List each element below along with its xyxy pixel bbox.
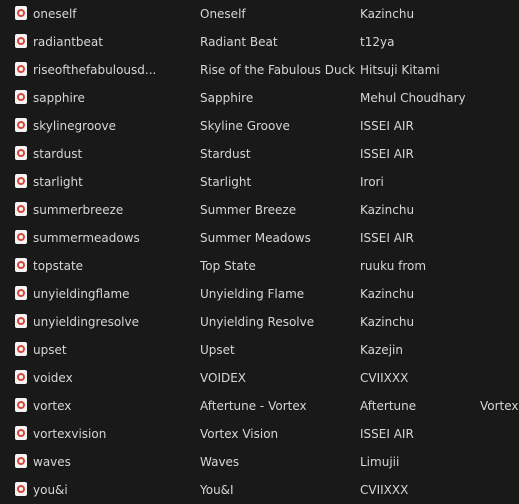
track-artist: Aftertune bbox=[360, 399, 417, 413]
audio-file-icon bbox=[15, 34, 27, 48]
file-name: summermeadows bbox=[33, 231, 140, 245]
file-name: summerbreeze bbox=[33, 203, 124, 217]
audio-file-icon bbox=[15, 174, 27, 188]
audio-file-icon bbox=[15, 258, 27, 272]
track-title: Vortex Vision bbox=[200, 427, 279, 441]
audio-file-icon bbox=[15, 90, 27, 104]
file-name: vortexvision bbox=[33, 427, 107, 441]
file-name: you&i bbox=[33, 483, 68, 497]
audio-file-icon bbox=[15, 370, 27, 384]
file-name: vortex bbox=[33, 399, 72, 413]
audio-file-icon bbox=[15, 230, 27, 244]
track-title: Summer Meadows bbox=[200, 231, 311, 245]
file-name: stardust bbox=[33, 147, 83, 161]
track-title: Unyielding Resolve bbox=[200, 315, 315, 329]
track-title: Skyline Groove bbox=[200, 119, 290, 133]
list-item[interactable]: unyieldingresolve Unyielding Resolve Kaz… bbox=[0, 308, 519, 336]
track-artist: ISSEI AIR bbox=[360, 147, 414, 161]
audio-file-icon bbox=[15, 118, 27, 132]
list-item[interactable]: sapphire Sapphire Mehul Choudhary bbox=[0, 84, 519, 112]
audio-file-icon bbox=[15, 62, 27, 76]
audio-file-icon bbox=[15, 342, 27, 356]
list-item[interactable]: oneself Oneself Kazinchu bbox=[0, 0, 519, 28]
extra-field: Vortex bbox=[480, 399, 519, 413]
track-title: Radiant Beat bbox=[200, 35, 278, 49]
file-name: skylinegroove bbox=[33, 119, 116, 133]
track-artist: t12ya bbox=[360, 35, 395, 49]
file-name: voidex bbox=[33, 371, 73, 385]
file-name: riseofthefabulousd... bbox=[33, 63, 157, 77]
track-artist: CVIIXXX bbox=[360, 483, 409, 497]
list-item[interactable]: skylinegroove Skyline Groove ISSEI AIR bbox=[0, 112, 519, 140]
track-artist: ISSEI AIR bbox=[360, 119, 414, 133]
audio-file-icon bbox=[15, 314, 27, 328]
audio-file-icon bbox=[15, 426, 27, 440]
track-artist: Kazinchu bbox=[360, 7, 415, 21]
list-item[interactable]: you&i You&I CVIIXXX bbox=[0, 476, 519, 504]
track-artist: CVIIXXX bbox=[360, 371, 409, 385]
file-name: topstate bbox=[33, 259, 84, 273]
file-name: waves bbox=[33, 455, 71, 469]
track-artist: Kazinchu bbox=[360, 203, 415, 217]
track-title: You&I bbox=[200, 483, 234, 497]
audio-file-icon bbox=[15, 146, 27, 160]
track-artist: ISSEI AIR bbox=[360, 231, 414, 245]
list-item[interactable]: waves Waves Limujii bbox=[0, 448, 519, 476]
track-artist: Kazinchu bbox=[360, 315, 415, 329]
file-name: starlight bbox=[33, 175, 83, 189]
audio-file-icon bbox=[15, 398, 27, 412]
track-title: Rise of the Fabulous Duck bbox=[200, 63, 355, 77]
track-artist: Kazejin bbox=[360, 343, 403, 357]
list-item[interactable]: vortexvision Vortex Vision ISSEI AIR bbox=[0, 420, 519, 448]
audio-file-icon bbox=[15, 6, 27, 20]
list-item[interactable]: summermeadows Summer Meadows ISSEI AIR bbox=[0, 224, 519, 252]
track-title: Aftertune - Vortex bbox=[200, 399, 307, 413]
track-title: Starlight bbox=[200, 175, 252, 189]
track-title: Stardust bbox=[200, 147, 251, 161]
file-name: oneself bbox=[33, 7, 77, 21]
track-artist: Limujii bbox=[360, 455, 400, 469]
file-name: sapphire bbox=[33, 91, 85, 105]
list-item[interactable]: voidex VOIDEX CVIIXXX bbox=[0, 364, 519, 392]
list-item[interactable]: upset Upset Kazejin bbox=[0, 336, 519, 364]
track-title: Summer Breeze bbox=[200, 203, 297, 217]
track-title: Sapphire bbox=[200, 91, 254, 105]
audio-file-icon bbox=[15, 202, 27, 216]
file-name: radiantbeat bbox=[33, 35, 103, 49]
list-item[interactable]: radiantbeat Radiant Beat t12ya bbox=[0, 28, 519, 56]
file-list: oneself Oneself Kazinchu radiantbeat Rad… bbox=[0, 0, 519, 502]
track-artist: ruuku from bbox=[360, 259, 427, 273]
track-artist: Irori bbox=[360, 175, 384, 189]
file-name: upset bbox=[33, 343, 67, 357]
audio-file-icon bbox=[15, 286, 27, 300]
list-item[interactable]: topstate Top State ruuku from bbox=[0, 252, 519, 280]
list-item[interactable]: stardust Stardust ISSEI AIR bbox=[0, 140, 519, 168]
track-artist: Hitsuji Kitami bbox=[360, 63, 440, 77]
track-title: Upset bbox=[200, 343, 235, 357]
track-title: Waves bbox=[200, 455, 240, 469]
track-title: Oneself bbox=[200, 7, 246, 21]
file-name: unyieldingresolve bbox=[33, 315, 140, 329]
track-artist: ISSEI AIR bbox=[360, 427, 414, 441]
track-artist: Mehul Choudhary bbox=[360, 91, 466, 105]
track-artist: Kazinchu bbox=[360, 287, 415, 301]
file-name: unyieldingflame bbox=[33, 287, 130, 301]
list-item[interactable]: unyieldingflame Unyielding Flame Kazinch… bbox=[0, 280, 519, 308]
audio-file-icon bbox=[15, 482, 27, 496]
audio-file-icon bbox=[15, 454, 27, 468]
track-title: Top State bbox=[200, 259, 256, 273]
list-item[interactable]: starlight Starlight Irori bbox=[0, 168, 519, 196]
track-title: VOIDEX bbox=[200, 371, 247, 385]
track-title: Unyielding Flame bbox=[200, 287, 305, 301]
list-item[interactable]: vortex Aftertune - Vortex Aftertune Vort… bbox=[0, 392, 519, 420]
list-item[interactable]: riseofthefabulousd... Rise of the Fabulo… bbox=[0, 56, 519, 84]
list-item[interactable]: summerbreeze Summer Breeze Kazinchu bbox=[0, 196, 519, 224]
